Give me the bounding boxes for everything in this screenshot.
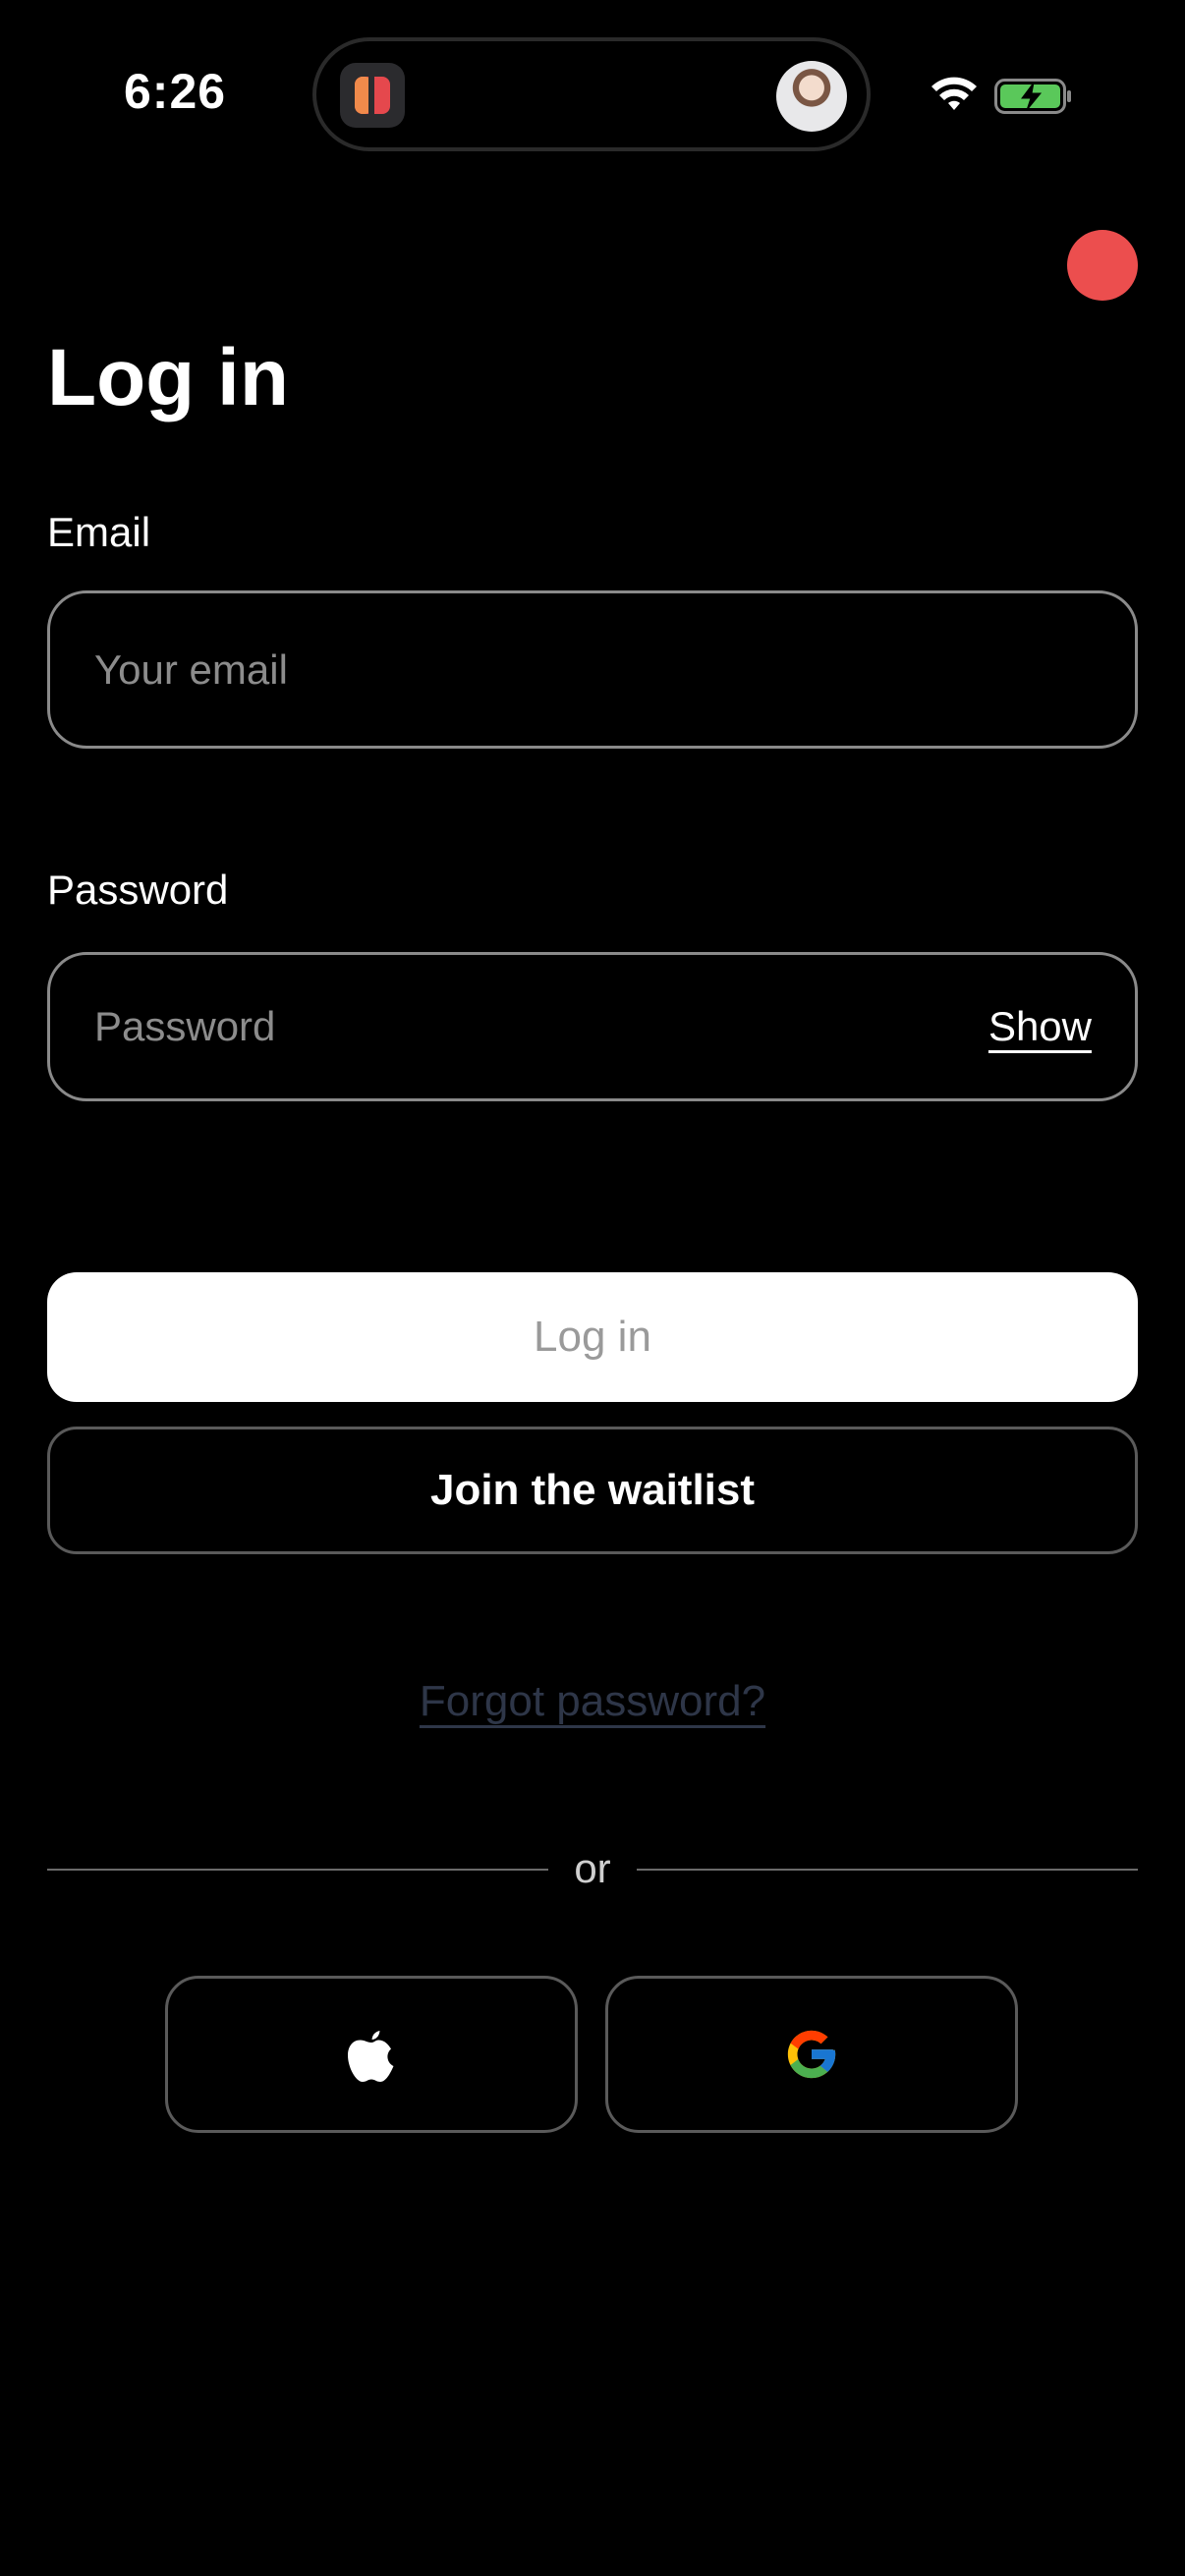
- divider-line-right: [637, 1869, 1138, 1871]
- wifi-icon: [931, 77, 977, 110]
- page-title: Log in: [47, 333, 289, 422]
- recording-indicator: [1067, 230, 1138, 301]
- divider-or-text: or: [574, 1845, 611, 1891]
- email-field-container[interactable]: [47, 590, 1138, 749]
- dynamic-island[interactable]: [312, 37, 871, 151]
- password-input[interactable]: [50, 955, 988, 1098]
- app-icon[interactable]: [340, 63, 405, 128]
- apple-login-button[interactable]: [165, 1976, 578, 2133]
- join-waitlist-button[interactable]: Join the waitlist: [47, 1427, 1138, 1554]
- battery-charging-icon: [994, 79, 1071, 114]
- google-login-button[interactable]: [605, 1976, 1018, 2133]
- avatar[interactable]: [776, 61, 847, 132]
- status-time: 6:26: [124, 64, 227, 119]
- password-field-container[interactable]: Show: [47, 952, 1138, 1101]
- forgot-password-link[interactable]: Forgot password?: [0, 1677, 1185, 1726]
- login-button[interactable]: Log in: [47, 1272, 1138, 1402]
- show-password-toggle[interactable]: Show: [988, 1003, 1092, 1050]
- email-label: Email: [47, 509, 151, 555]
- divider-line-left: [47, 1869, 548, 1871]
- apple-logo-icon: [348, 2031, 394, 2082]
- email-input[interactable]: [50, 593, 1135, 746]
- google-logo-icon: [787, 2030, 836, 2079]
- password-label: Password: [47, 867, 229, 913]
